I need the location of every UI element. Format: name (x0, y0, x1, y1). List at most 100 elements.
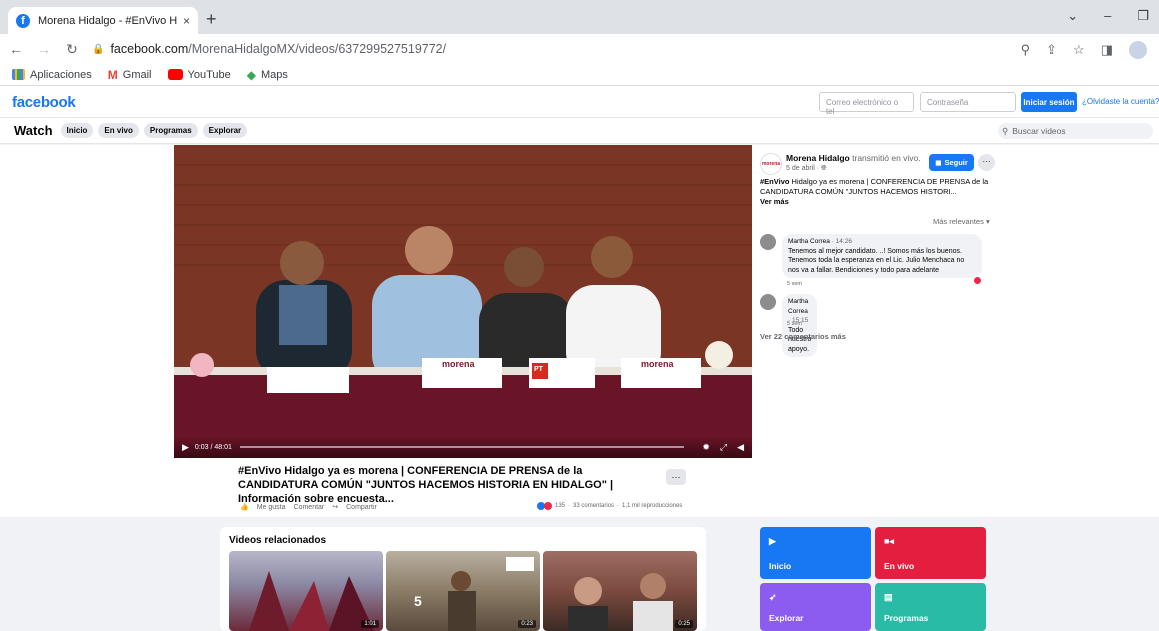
post-header: Morena Hidalgo transmitió en vivo. (786, 153, 921, 163)
video-duration: 1:01 (361, 620, 379, 628)
like-button[interactable]: Me gusta (257, 504, 286, 511)
gmail-icon: M (107, 67, 118, 82)
share-button[interactable]: Compartir (346, 504, 377, 511)
live-camera-icon: ■◂ (884, 536, 894, 546)
follow-icon: ◼ (935, 158, 942, 167)
tile-programas[interactable]: ▤ Programas (875, 583, 986, 631)
page-name[interactable]: Morena Hidalgo (786, 153, 850, 163)
tab-en-vivo[interactable]: En vivo (98, 123, 139, 138)
apps-grid-icon (12, 69, 25, 80)
crowd-thumbnail (448, 557, 534, 631)
facebook-favicon-icon: f (16, 13, 30, 28)
tab-inicio[interactable]: Inicio (60, 123, 94, 138)
facebook-header: facebook Correo electrónico o tel Contra… (0, 86, 1159, 118)
tab-explorar[interactable]: Explorar (202, 123, 248, 138)
comment-age[interactable]: 5 sem (787, 321, 802, 327)
page-avatar[interactable]: morena (760, 153, 782, 175)
tab-close-icon[interactable]: × (183, 14, 190, 28)
forgot-account-link[interactable]: ¿Olvidaste la cuenta? (1082, 97, 1159, 106)
placard-pt: PT (534, 366, 543, 373)
love-reaction-icon (973, 276, 982, 285)
bookmarks-bar: Aplicaciones M Gmail YouTube ◆ Maps (0, 64, 1159, 86)
progress-bar[interactable] (239, 446, 685, 448)
related-title: Videos relacionados (229, 535, 327, 546)
reactions-count[interactable]: 135 (555, 503, 565, 509)
comment-author[interactable]: Martha Correa (788, 238, 830, 245)
password-field[interactable]: Contraseña (920, 92, 1016, 112)
forward-icon[interactable]: → (32, 41, 56, 57)
video-frame (174, 145, 752, 458)
profile-avatar-icon[interactable] (1129, 41, 1147, 59)
tile-en-vivo[interactable]: ■◂ En vivo (875, 527, 986, 579)
maps-icon: ◆ (246, 67, 256, 82)
lock-icon: 🔒 (92, 43, 105, 55)
comments-count[interactable]: 33 comentarios (573, 503, 614, 509)
side-panel-icon[interactable]: ◨ (1101, 42, 1113, 58)
volume-icon[interactable]: ◀ (737, 442, 744, 453)
related-video-thumbnail[interactable]: 5 0:23 (386, 551, 540, 631)
search-icon: ⚲ (1002, 125, 1009, 136)
video-duration: 0:25 (675, 620, 693, 628)
tab-title: Morena Hidalgo - #EnVivo Hidal (38, 14, 177, 27)
play-icon: ▶ (769, 536, 776, 546)
related-videos: Videos relacionados 1:01 5 0:23 0:25 (220, 527, 706, 631)
reload-icon[interactable]: ↻ (60, 41, 84, 58)
video-controls: ▶ 0:03 / 48:01 ✹ ⤢ ◀ (174, 436, 752, 458)
reactions-summary: 135 · 33 comentarios · 1,1 mil reproducc… (537, 502, 682, 510)
video-title: #EnVivo Hidalgo ya es morena | CONFERENC… (238, 465, 614, 505)
play-icon[interactable]: ▶ (182, 442, 189, 453)
follow-button[interactable]: ◼ Seguir (929, 154, 974, 171)
login-button[interactable]: Iniciar sesión (1021, 92, 1077, 112)
tab-search-icon[interactable]: ⌄ (1067, 8, 1078, 24)
address-bar-row: ← → ↻ 🔒 facebook.com/MorenaHidalgoMX/vid… (0, 34, 1159, 64)
bookmark-youtube[interactable]: YouTube (167, 69, 231, 81)
comment-author[interactable]: Martha Correa (788, 298, 808, 315)
email-field[interactable]: Correo electrónico o tel (819, 92, 914, 116)
tab-programas[interactable]: Programas (143, 123, 198, 138)
tile-explorar[interactable]: ➶ Explorar (760, 583, 871, 631)
placard-morena-center: morena (442, 359, 475, 369)
see-more-link[interactable]: Ver más (760, 197, 789, 206)
related-video-thumbnail[interactable]: 0:25 (543, 551, 697, 631)
zoom-icon[interactable]: ⚲ (1021, 42, 1031, 58)
bookmark-gmail[interactable]: M Gmail (108, 68, 152, 82)
back-icon[interactable]: ← (4, 41, 28, 57)
bookmark-star-icon[interactable]: ☆ (1073, 42, 1085, 58)
settings-icon[interactable]: ✹ (702, 442, 710, 453)
sort-comments-dropdown[interactable]: Más relevantes ▾ (933, 217, 990, 226)
people-thumbnail (568, 573, 673, 631)
like-icon[interactable]: 👍 (240, 503, 249, 511)
share-icon[interactable]: ⇪ (1046, 42, 1057, 58)
browser-tab-bar: f Morena Hidalgo - #EnVivo Hidal × + ⌄ –… (0, 0, 1159, 34)
bookmark-maps[interactable]: ◆ Maps (247, 68, 288, 82)
browser-tab[interactable]: f Morena Hidalgo - #EnVivo Hidal × (8, 7, 198, 34)
more-comments-link[interactable]: Ver 22 comentarios más (760, 332, 846, 341)
maximize-icon[interactable]: ❐ (1137, 8, 1149, 24)
youtube-icon (167, 69, 183, 80)
fullscreen-icon[interactable]: ⤢ (720, 442, 727, 453)
related-video-thumbnail[interactable]: 1:01 (229, 551, 383, 631)
post-date[interactable]: 5 de abril · 🌐︎ (786, 165, 827, 173)
search-videos-input[interactable]: ⚲ Buscar videos (998, 123, 1153, 139)
avatar[interactable] (760, 234, 776, 250)
video-player[interactable]: morena PT morena ▶ 0:03 / 48:01 ✹ ⤢ ◀ (174, 145, 752, 458)
minimize-icon[interactable]: – (1104, 8, 1111, 24)
share-icon[interactable]: ↪ (332, 503, 338, 511)
comment-button[interactable]: Comentar (294, 504, 325, 511)
comment-time: · 14:26 (829, 238, 852, 245)
post-options-button[interactable]: ··· (978, 154, 995, 171)
watch-nav: Watch Inicio En vivo Programas Explorar … (0, 118, 1159, 144)
placard-morena-right: morena (641, 359, 674, 369)
comment-age[interactable]: 5 sem (787, 281, 802, 287)
post-text: #EnVivo Hidalgo ya es morena | CONFERENC… (760, 177, 989, 196)
watch-title[interactable]: Watch (14, 123, 53, 138)
avatar[interactable] (760, 294, 776, 310)
url-field[interactable]: 🔒 facebook.com/MorenaHidalgoMX/videos/63… (92, 42, 446, 56)
url-domain: facebook.com (110, 42, 189, 56)
bookmark-apps[interactable]: Aplicaciones (12, 69, 92, 81)
thumbnail-number: 5 (414, 593, 422, 609)
tile-inicio[interactable]: ▶ Inicio (760, 527, 871, 579)
video-more-button[interactable]: ··· (666, 469, 686, 485)
facebook-logo[interactable]: facebook (12, 94, 76, 111)
new-tab-button[interactable]: + (206, 9, 217, 30)
